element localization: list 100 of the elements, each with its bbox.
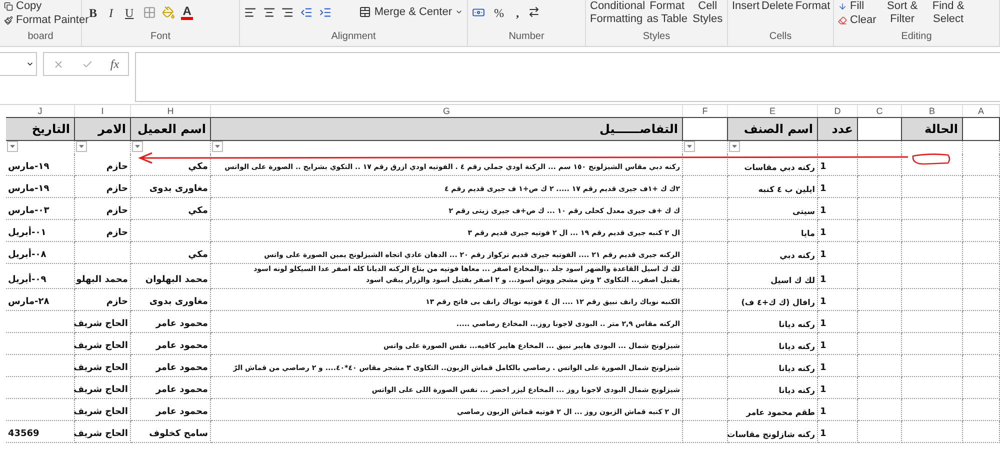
table-cell: 1 [818,154,858,176]
header-cell: الحالة [902,117,963,141]
table-cell: لك ك اسيل [728,264,818,289]
font-color-button[interactable]: A [180,6,194,20]
delete-button[interactable]: Delete [762,0,794,13]
table-cell: ركنه ديانا [728,311,818,333]
table-cell [902,198,963,220]
filter-button[interactable] [684,141,695,152]
table-cell [683,355,728,377]
table-cell: الحاج شريف [75,355,131,377]
dropdown-arrow-icon [687,145,692,148]
table-cell [683,377,728,399]
copy-button[interactable]: Copy [4,0,89,12]
table-cell [6,333,75,355]
dropdown-arrow-icon [135,145,140,148]
italic-button[interactable]: I [106,6,116,21]
filter-button[interactable] [76,141,87,152]
filter-button[interactable] [7,141,18,152]
cell-styles-button[interactable]: Cell Styles [692,0,723,26]
filter-button[interactable] [132,141,143,152]
header-cell [683,117,728,141]
format-as-table-button[interactable]: Format as Table [644,0,690,26]
table-cell: 1 [818,399,858,421]
group-label: board [26,31,54,43]
insert-function-button[interactable]: fx [110,56,120,72]
table-cell: 1 [818,198,858,220]
underline-button[interactable]: U [122,6,137,21]
header-cell: اسم العميل [131,117,211,141]
table-cell [963,355,1000,377]
insert-button[interactable]: Insert [732,0,760,13]
table-cell: ركنه ديانا [728,333,818,355]
dropdown-arrow-icon [215,145,220,148]
find-select-button[interactable]: Find & Select [928,0,968,26]
increase-indent-icon[interactable] [318,6,332,19]
enter-icon[interactable] [82,58,93,70]
table-cell: 1 [818,377,858,399]
borders-icon[interactable] [142,6,156,19]
eraser-icon [838,16,847,24]
table-cell [963,333,1000,355]
merge-center-button[interactable]: Merge & Center [359,6,464,18]
table-cell: ٠٨-أبريل [6,242,75,264]
percent-button[interactable]: % [491,6,507,21]
comma-button[interactable]: , [513,6,522,21]
cancel-icon[interactable] [52,58,64,70]
table-cell [963,176,1000,198]
table-cell [858,264,902,289]
filter-button[interactable] [729,141,740,152]
table-cell: محمود عامر [131,311,211,333]
table-cell: 1 [818,311,858,333]
group-label: Alignment [330,31,377,43]
copy-icon [4,2,13,10]
table-cell [902,220,963,242]
table-cell: طقم محمود عامر [728,399,818,421]
table-cell: حازم [75,176,131,198]
table-cell: حازم [75,198,131,220]
align-center-icon[interactable] [262,6,276,19]
header-cell [963,117,1000,141]
fill-color-icon[interactable] [162,6,175,19]
decrease-indent-icon[interactable] [300,6,313,19]
clear-button[interactable]: Clear [838,14,876,26]
table-cell: ٠١-أبريل [6,220,75,242]
table-cell [902,333,963,355]
header-cell [858,117,902,141]
table-cell [6,377,75,399]
table-cell: الحاج شريف [75,399,131,421]
table-cell: ركنه دبي [728,242,818,264]
table-cell [858,154,902,176]
table-cell [902,355,963,377]
table-cell [963,311,1000,333]
decimal-icon[interactable] [528,6,540,18]
table-cell: ركنه ديانا [728,355,818,377]
table-cell: 1 [818,220,858,242]
table-cell: 43569 [6,421,75,443]
table-cell [858,333,902,355]
dropdown-arrow-icon [79,145,84,148]
dropdown-arrow-icon [732,145,737,148]
table-cell: مايا [728,220,818,242]
table-cell [902,154,963,176]
format-button[interactable]: Format [795,0,830,13]
filter-button[interactable] [212,141,223,152]
align-left-icon[interactable] [244,6,257,19]
fill-button[interactable]: Fill [838,0,876,12]
table-cell: محمود عامر [131,333,211,355]
table-cell [963,198,1000,220]
table-cell: محمود عامر [131,355,211,377]
table-cell [963,399,1000,421]
table-cell: ركنه شازلونج مقاسات [728,421,818,443]
conditional-formatting-button[interactable]: Conditional Formatting [590,0,642,26]
number-format-icon[interactable] [472,6,485,19]
table-cell: الحاج شريف [75,333,131,355]
table-cell: ٠٩-أبريل [6,264,75,289]
group-label: Editing [900,31,933,43]
table-cell [963,421,1000,443]
table-cell [683,198,728,220]
table-cell: الحاج شريف [75,311,131,333]
format-painter-button[interactable]: Format Painter [4,14,89,26]
formula-input[interactable] [135,52,1000,102]
table-cell: 1 [818,289,858,311]
align-right-icon[interactable] [281,6,294,19]
sort-filter-button[interactable]: Sort & Filter [882,0,922,26]
